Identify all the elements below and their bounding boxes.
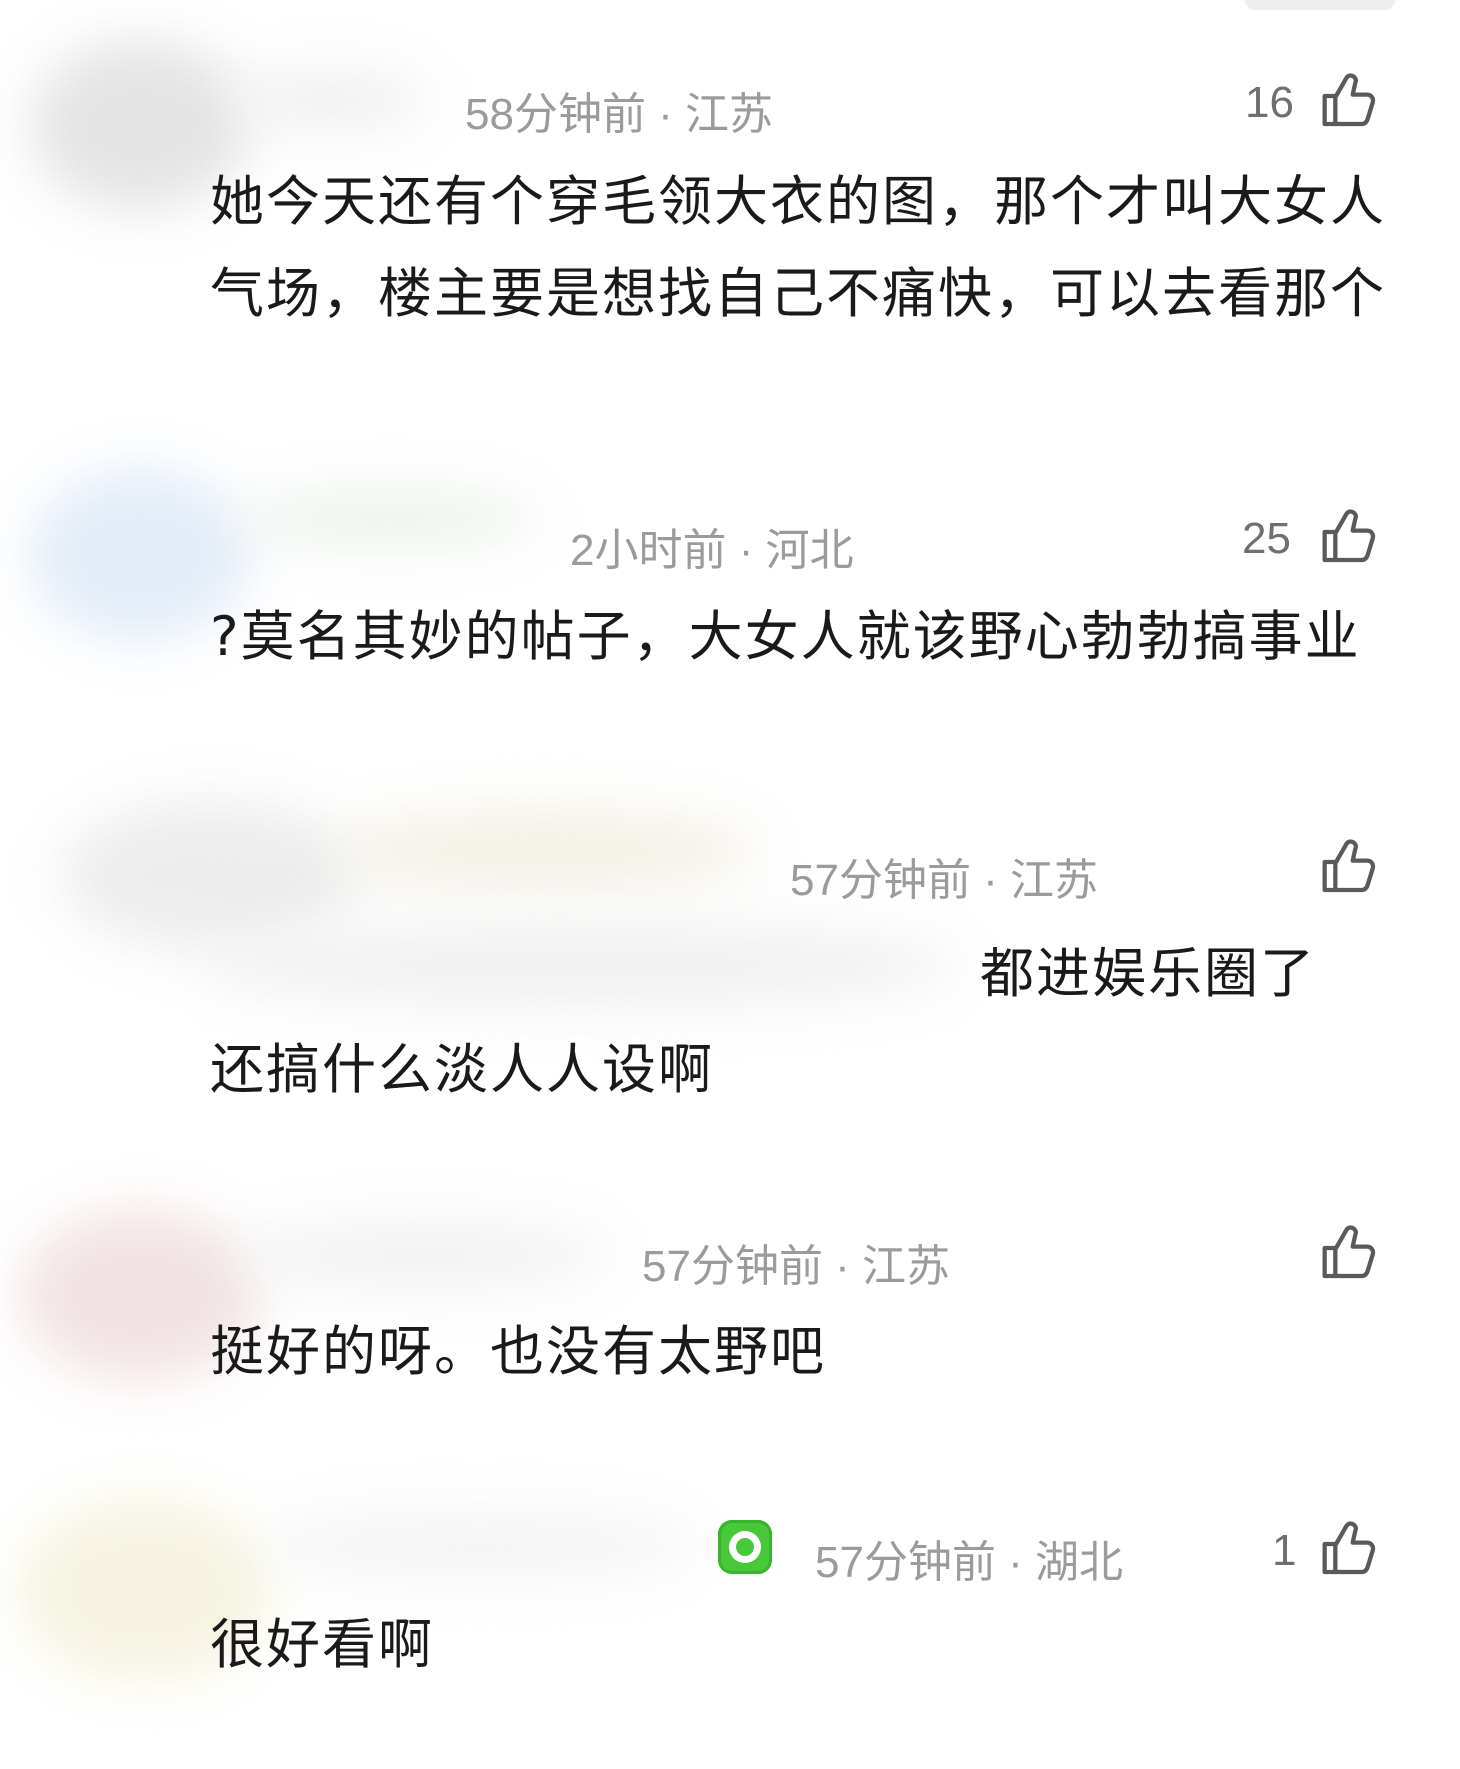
comment-text-line2: 还搞什么淡人人设啊 — [210, 1038, 714, 1101]
comment-meta: 57分钟前 · 江苏 — [790, 856, 1099, 905]
top-divider — [1245, 0, 1395, 10]
comment-meta: 2小时前 · 河北 — [570, 526, 854, 575]
like-count: 25 — [1242, 514, 1291, 563]
comment-text-line1: 都进娱乐圈了 — [980, 942, 1316, 1005]
blurred-username — [330, 810, 760, 890]
blurred-username — [240, 1220, 610, 1290]
thumbs-up-icon[interactable] — [1318, 504, 1382, 568]
app-badge-icon — [718, 1520, 772, 1574]
blurred-overlay — [200, 920, 960, 1010]
comment-text: 挺好的呀。也没有太野吧 — [210, 1320, 826, 1383]
thumbs-up-icon[interactable] — [1318, 1516, 1382, 1580]
comment-text: ?莫名其妙的帖子，大女人就该野心勃勃搞事业 — [210, 605, 1361, 668]
blurred-username — [230, 70, 430, 130]
thumbs-up-icon[interactable] — [1318, 834, 1382, 898]
comment-text: 很好看啊 — [210, 1613, 434, 1676]
blurred-avatar — [60, 800, 360, 950]
like-count: 16 — [1245, 78, 1294, 127]
blurred-username — [240, 488, 540, 548]
comment-meta: 58分钟前 · 江苏 — [465, 90, 774, 139]
like-count: 1 — [1272, 1526, 1297, 1575]
blurred-username — [260, 1510, 700, 1580]
thumbs-up-icon[interactable] — [1318, 68, 1382, 132]
comment-text: 她今天还有个穿毛领大衣的图，那个才叫大女人气场，楼主要是想找自己不痛快，可以去看… — [210, 170, 1386, 325]
thumbs-up-icon[interactable] — [1318, 1220, 1382, 1284]
comment-meta: 57分钟前 · 江苏 — [642, 1242, 951, 1291]
comment-meta: 57分钟前 · 湖北 — [815, 1538, 1124, 1587]
